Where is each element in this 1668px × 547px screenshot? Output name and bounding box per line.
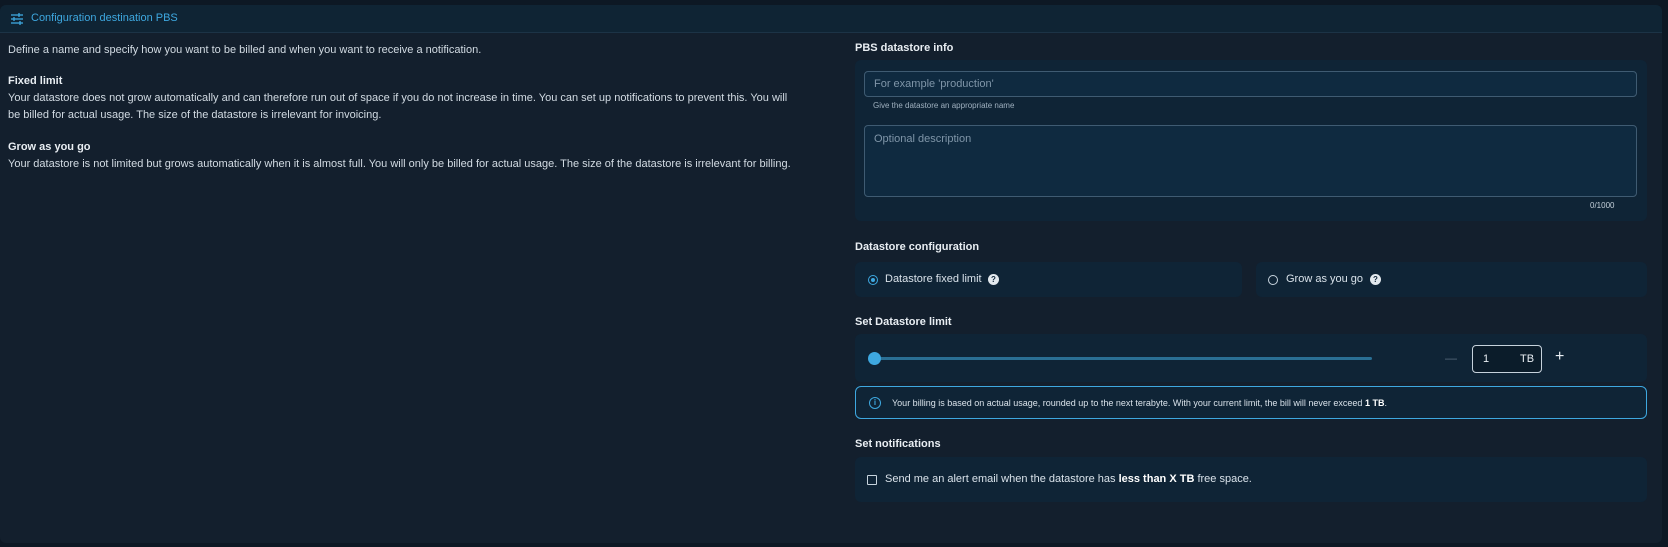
help-icon[interactable]: ? [988, 274, 999, 285]
decrement-button[interactable]: — [1445, 351, 1457, 365]
radio-grow[interactable] [1268, 275, 1278, 285]
increment-button[interactable]: + [1555, 348, 1564, 366]
limit-slider-track[interactable] [874, 357, 1372, 360]
grow-text: Your datastore is not limited but grows … [8, 158, 791, 170]
description-input[interactable] [864, 125, 1637, 197]
intro-text: Define a name and specify how you want t… [8, 44, 482, 56]
option-grow[interactable]: Grow as you go ? [1256, 262, 1647, 297]
name-hint: Give the datastore an appropriate name [873, 101, 1015, 110]
notifications-section-title: Set notifications [855, 438, 941, 450]
alert-text-bold: less than X TB [1118, 473, 1195, 485]
config-section-title: Datastore configuration [855, 241, 980, 253]
explanation-column: Define a name and specify how you want t… [8, 42, 798, 188]
limit-unit: TB [1520, 353, 1535, 365]
billing-info-text: Your billing is based on actual usage, r… [892, 398, 1387, 408]
option-grow-label: Grow as you go [1286, 273, 1364, 285]
billing-info-alert: i Your billing is based on actual usage,… [855, 386, 1647, 419]
option-fixed-limit[interactable]: Datastore fixed limit ? [855, 262, 1242, 297]
radio-fixed-limit[interactable] [868, 275, 878, 285]
panel-title: Configuration destination PBS [31, 12, 178, 24]
billing-info-end: . [1384, 398, 1387, 408]
billing-info-bold: 1 TB [1364, 398, 1385, 408]
info-icon: i [869, 397, 881, 409]
datastore-name-input[interactable] [864, 71, 1637, 97]
help-icon[interactable]: ? [1370, 274, 1381, 285]
limit-value: 1 [1483, 353, 1490, 365]
limit-section-title: Set Datastore limit [855, 316, 952, 328]
limit-value-field[interactable]: 1 TB [1472, 345, 1542, 373]
info-section-title: PBS datastore info [855, 42, 954, 54]
grow-block: Grow as you go Your datastore is not lim… [8, 139, 798, 173]
billing-info-main: Your billing is based on actual usage, r… [892, 398, 1365, 408]
panel-header: Configuration destination PBS [0, 5, 1662, 33]
alert-text-pre: Send me an alert email when the datastor… [885, 473, 1119, 485]
alert-email-checkbox[interactable] [867, 475, 877, 485]
description-counter: 0/1000 [1590, 201, 1615, 210]
alert-text-post: free space. [1194, 473, 1252, 485]
fixed-limit-text: Your datastore does not grow automatical… [8, 92, 788, 121]
sliders-icon [11, 13, 23, 25]
option-fixed-limit-label: Datastore fixed limit [885, 273, 982, 285]
grow-title: Grow as you go [8, 141, 91, 153]
fixed-limit-title: Fixed limit [8, 75, 63, 87]
fixed-limit-block: Fixed limit Your datastore does not grow… [8, 73, 798, 124]
limit-slider-thumb[interactable] [868, 352, 881, 365]
alert-email-label: Send me an alert email when the datastor… [885, 473, 1252, 485]
